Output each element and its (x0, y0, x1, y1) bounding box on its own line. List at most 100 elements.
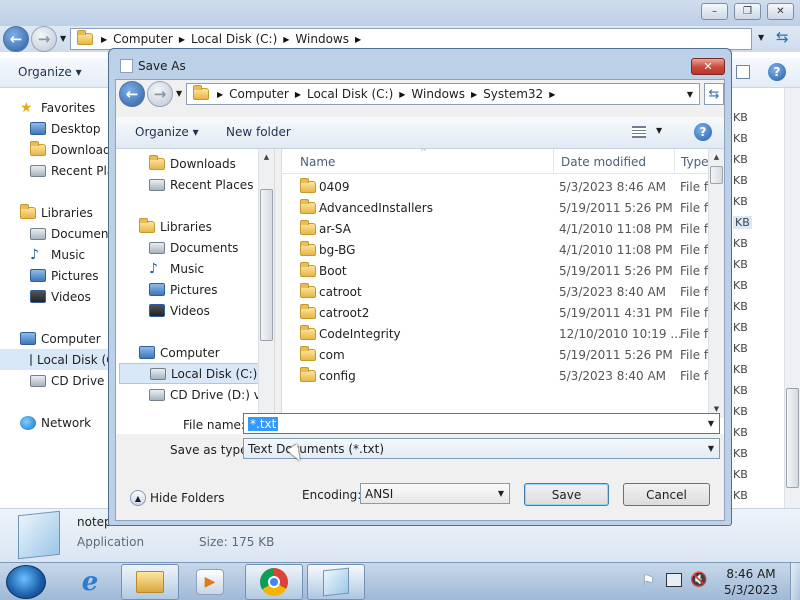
explorer-vertical-scrollbar[interactable] (784, 88, 800, 508)
nav-downloads[interactable]: Downloads (149, 153, 236, 174)
column-header-date-modified[interactable]: Date modified (561, 155, 646, 169)
scroll-up-arrow-icon[interactable]: ▲ (709, 149, 724, 165)
recent-pages-chevron-icon[interactable]: ▼ (60, 34, 66, 43)
file-row-bg-bg[interactable]: bg-BG 4/1/2010 11:08 PM File fol (282, 239, 719, 260)
taskbar-chrome[interactable] (245, 564, 303, 600)
forward-arrow-icon[interactable]: → (147, 81, 173, 107)
refresh-icon[interactable]: ⇆ (776, 28, 789, 46)
nav-libraries[interactable]: Libraries (139, 216, 212, 237)
encoding-select[interactable]: ANSI ▼ (360, 483, 510, 504)
file-date-modified: 5/19/2011 5:26 PM (559, 347, 673, 362)
nav-music[interactable]: ♪ Music (149, 258, 204, 279)
navigation-pane-scrollbar[interactable]: ▲ ▼ (258, 149, 274, 434)
view-options-chevron-icon[interactable]: ▼ (656, 126, 662, 135)
file-row-catroot2[interactable]: catroot2 5/19/2011 4:31 PM File fol (282, 302, 719, 323)
taskbar-notepad[interactable] (307, 564, 365, 600)
maximize-button[interactable]: ❐ (734, 3, 761, 20)
breadcrumb-windows[interactable]: Windows (291, 32, 353, 46)
scrollbar-thumb[interactable] (710, 166, 723, 184)
file-row-catroot[interactable]: catroot 5/3/2023 8:40 AM File fol (282, 281, 719, 302)
breadcrumb-computer[interactable]: Computer (109, 32, 177, 46)
show-desktop-button[interactable] (790, 563, 800, 600)
folder-icon (300, 304, 316, 319)
column-header-name[interactable]: Name (300, 155, 335, 169)
scrollbar-thumb[interactable] (260, 189, 273, 341)
clock-time[interactable]: 8:46 AM (718, 567, 784, 581)
refresh-icon[interactable]: ⇆ (704, 83, 724, 105)
dialog-address-bar[interactable]: ▶ Computer ▶ Local Disk (C:) ▶ Windows ▶… (186, 83, 700, 105)
network-tray-icon[interactable] (666, 573, 682, 587)
file-list-vertical-scrollbar[interactable]: ▲ ▼ (708, 149, 724, 418)
breadcrumb-system32[interactable]: System32 (479, 87, 547, 101)
nav-computer[interactable]: Computer (139, 342, 220, 363)
file-name-input[interactable]: *.txt ▼ (243, 413, 720, 434)
preview-pane-icon[interactable] (736, 65, 750, 79)
hide-folders-chevron-icon[interactable]: ▲ (130, 490, 146, 506)
action-center-flag-icon[interactable]: ⚑ (642, 573, 655, 589)
organize-menu[interactable]: Organize ▾ (135, 125, 199, 139)
media-player-icon[interactable]: ▶ (196, 569, 224, 595)
change-view-icon[interactable] (632, 126, 646, 138)
help-icon[interactable]: ? (694, 123, 712, 141)
save-as-type-select[interactable]: Text Documents (*.txt) ▼ (243, 438, 720, 459)
nav-local-disk[interactable]: Local Disk (C:) (0, 349, 123, 370)
save-button[interactable]: Save (524, 483, 609, 506)
nav-videos[interactable]: Videos (30, 286, 91, 307)
explorer-address-bar[interactable]: ▶ Computer ▶ Local Disk (C:) ▶ Windows ▶ (70, 28, 752, 50)
dialog-close-button[interactable]: ✕ (691, 58, 725, 75)
forward-arrow-icon[interactable]: → (31, 26, 57, 52)
nav-computer[interactable]: Computer (20, 328, 101, 349)
organize-menu[interactable]: Organize ▾ (18, 65, 82, 79)
breadcrumb-local-disk[interactable]: Local Disk (C:) (187, 32, 281, 46)
nav-favorites[interactable]: ★ Favorites (20, 97, 95, 118)
back-arrow-icon[interactable]: ← (3, 26, 29, 52)
recent-pages-chevron-icon[interactable]: ▼ (176, 89, 182, 98)
nav-pictures[interactable]: Pictures (30, 265, 99, 286)
save-as-type-dropdown-icon[interactable]: ▼ (703, 444, 719, 453)
column-divider[interactable] (553, 149, 554, 174)
file-row-ar-sa[interactable]: ar-SA 4/1/2010 11:08 PM File fol (282, 218, 719, 239)
file-row-0409[interactable]: 0409 5/3/2023 8:46 AM File fol (282, 176, 719, 197)
breadcrumb-windows[interactable]: Windows (407, 87, 469, 101)
file-name-dropdown-icon[interactable]: ▼ (703, 419, 719, 428)
nav-desktop[interactable]: Desktop (30, 118, 101, 139)
nav-local-disk[interactable]: Local Disk (C:) (119, 363, 259, 384)
pane-splitter[interactable] (274, 149, 282, 434)
internet-explorer-icon[interactable]: e (72, 566, 108, 598)
column-divider[interactable] (674, 149, 675, 174)
column-header-type[interactable]: Type (681, 155, 709, 169)
address-dropdown-icon[interactable]: ▼ (687, 90, 693, 99)
nav-documents[interactable]: Documents (149, 237, 238, 258)
nav-network[interactable]: Network (20, 412, 91, 433)
nav-cd-drive[interactable]: CD Drive (D:) virt (149, 384, 274, 405)
address-dropdown-icon[interactable]: ▼ (758, 33, 764, 42)
file-row-config[interactable]: config 5/3/2023 8:40 AM File fol (282, 365, 719, 386)
file-row-advancedinstallers[interactable]: AdvancedInstallers 5/19/2011 5:26 PM File … (282, 197, 719, 218)
file-row-com[interactable]: com 5/19/2011 5:26 PM File fol (282, 344, 719, 365)
scrollbar-thumb[interactable] (786, 388, 799, 488)
hide-folders-button[interactable]: Hide Folders (150, 491, 225, 505)
file-row-boot[interactable]: Boot 5/19/2011 5:26 PM File fol (282, 260, 719, 281)
start-button[interactable] (6, 565, 46, 599)
nav-music[interactable]: ♪ Music (30, 244, 85, 265)
scroll-up-arrow-icon[interactable]: ▲ (259, 149, 274, 165)
nav-libraries[interactable]: Libraries (20, 202, 93, 223)
volume-muted-icon[interactable]: 🔇 (690, 572, 707, 588)
clock-date[interactable]: 5/3/2023 (718, 583, 784, 597)
breadcrumb-computer[interactable]: Computer (225, 87, 293, 101)
encoding-dropdown-icon[interactable]: ▼ (493, 489, 509, 498)
breadcrumb-local-disk[interactable]: Local Disk (C:) (303, 87, 397, 101)
file-row-codeintegrity[interactable]: CodeIntegrity 12/10/2010 10:19 ... File fo… (282, 323, 719, 344)
minimize-button[interactable]: – (701, 3, 728, 20)
cancel-button[interactable]: Cancel (623, 483, 710, 506)
new-folder-button[interactable]: New folder (226, 125, 291, 139)
back-arrow-icon[interactable]: ← (119, 81, 145, 107)
nav-videos[interactable]: Videos (149, 300, 210, 321)
close-button[interactable]: ✕ (767, 3, 794, 20)
nav-pictures[interactable]: Pictures (149, 279, 218, 300)
nav-downloads[interactable]: Downloads (30, 139, 117, 160)
nav-documents[interactable]: Documents (30, 223, 119, 244)
nav-recent-places[interactable]: Recent Places (149, 174, 253, 195)
taskbar-explorer[interactable] (121, 564, 179, 600)
help-icon[interactable]: ? (768, 63, 786, 81)
